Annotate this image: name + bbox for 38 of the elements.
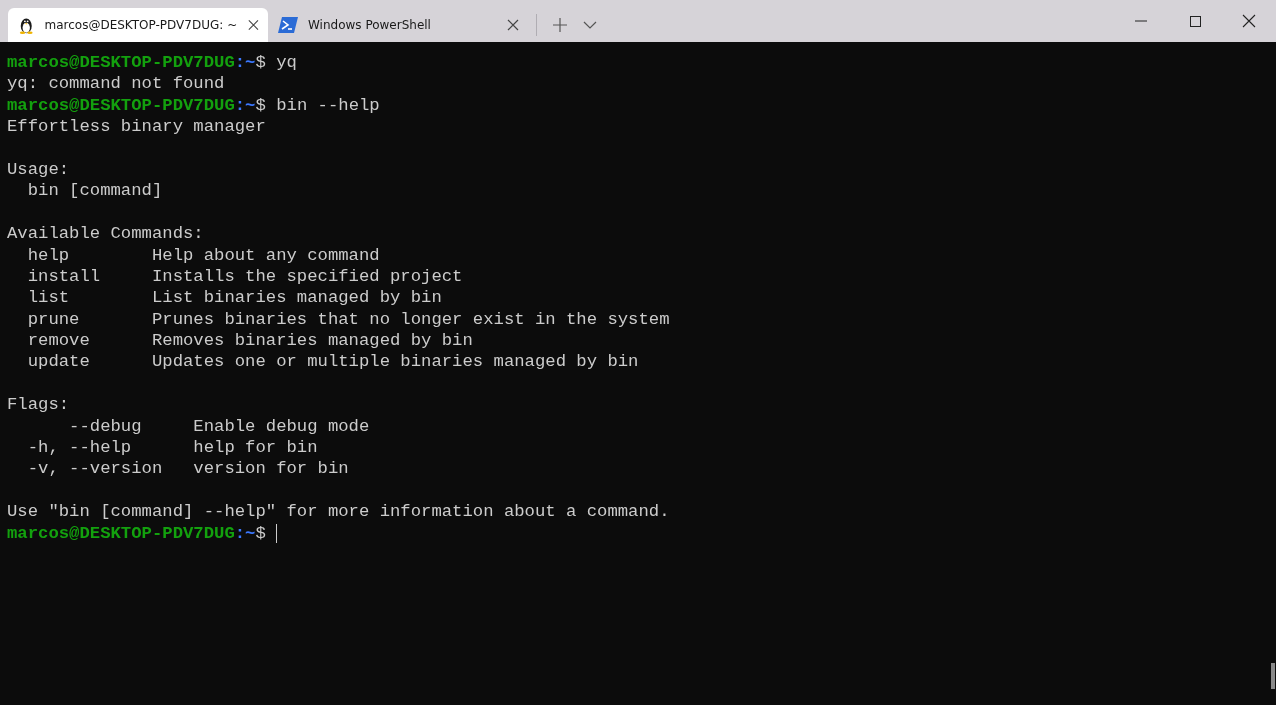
output-text: Usage:	[7, 158, 70, 181]
output-text: remove Removes binaries managed by bin	[26, 330, 473, 352]
output-text: yq: command not found	[7, 73, 225, 95]
powershell-icon	[278, 17, 298, 33]
output-text: Available Commands:	[7, 223, 204, 245]
output-text: -v, --version version for bin	[26, 458, 349, 480]
command-text: bin --help	[275, 94, 380, 117]
prompt-path: :~	[234, 94, 256, 117]
prompt-sign: $	[255, 52, 266, 74]
prompt-user: marcos@DESKTOP-PDV7DUG	[7, 522, 235, 544]
output-text: -h, --help help for bin	[26, 437, 318, 459]
maximize-icon	[1189, 15, 1201, 27]
prompt-user: marcos@DESKTOP-PDV7DUG	[7, 94, 235, 117]
output-text: install Installs the specified project	[26, 265, 463, 288]
close-icon[interactable]	[247, 18, 260, 32]
output-text: Effortless binary manager	[7, 116, 266, 138]
plus-icon	[552, 17, 568, 33]
command-text: yq	[275, 52, 297, 74]
prompt-path: :~	[234, 52, 256, 74]
minimize-icon	[1135, 20, 1147, 22]
output-text: bin [command]	[26, 180, 163, 202]
chevron-down-icon	[583, 21, 597, 29]
output-text: help Help about any command	[26, 244, 380, 266]
output-text: list List binaries managed by bin	[26, 287, 442, 309]
terminal-tab[interactable]: marcos@DESKTOP-PDV7DUG: ~	[8, 8, 268, 42]
output-text: prune Prunes binaries that no longer exist in the system	[26, 308, 670, 331]
output-text: Use "bin [command] --help" for more information about a command.	[7, 501, 670, 523]
prompt-sign: $	[255, 94, 266, 117]
close-icon[interactable]	[506, 18, 520, 32]
scrollbar-thumb[interactable]	[1271, 663, 1275, 689]
prompt-user: marcos@DESKTOP-PDV7DUG	[7, 52, 235, 74]
output-text: update Updates one or multiple binaries managed by bin	[26, 351, 639, 373]
output-text: Flags:	[7, 394, 70, 416]
close-icon	[1242, 14, 1256, 28]
terminal-tab[interactable]: Windows PowerShell	[268, 8, 528, 42]
prompt-path: :~	[234, 522, 256, 544]
prompt-sign: $	[255, 522, 266, 544]
output-text: --debug Enable debug mode	[68, 415, 370, 438]
